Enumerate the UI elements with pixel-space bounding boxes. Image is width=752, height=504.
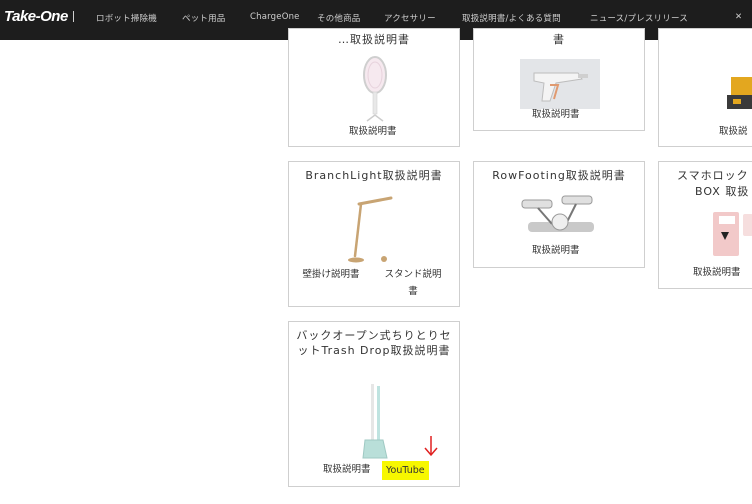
lockbox-product-image [713,212,752,256]
manual-card-trashdrop: バックオープン式ちりとりセットTrash Drop取扱説明書 取扱説明書 You… [288,321,460,487]
manual-card-spraygun: 書 取扱説明書 [473,28,645,131]
lamp-product-image [348,196,393,263]
manual-link[interactable]: 取扱説 [719,123,748,140]
nav-manuals-faq[interactable]: 取扱説明書/よくある質問 [462,12,561,24]
nav-other-products[interactable]: その他商品 [317,12,361,24]
manual-link[interactable]: 取扱説明書 [693,264,741,281]
brand-logo[interactable]: Take-One [4,8,68,25]
manual-link[interactable]: 取扱説明書 [532,106,580,123]
nav-news-press[interactable]: ニュース/プレスリリース [590,12,688,24]
battery-product-image [727,77,752,109]
manual-card-rowfooting: RowFooting取扱説明書 取扱説明書 [473,161,645,268]
nav-accessories[interactable]: アクセサリー [384,12,436,24]
manual-link[interactable]: 取扱説明書 [532,242,580,259]
stepper-product-image [521,195,594,232]
manual-card-branchlight: BranchLight取扱説明書 壁掛け説明書 スタンド説明書 [288,161,460,307]
youtube-link[interactable]: YouTube [382,461,429,480]
card-title: RowFooting取扱説明書 [492,169,626,182]
nav-close-icon[interactable]: ✕ [735,12,742,22]
nav-robot-vacuum[interactable]: ロボット掃除機 [96,12,157,24]
wall-mount-manual-link[interactable]: 壁掛け説明書 [301,266,361,283]
manual-card-smartphone-lockbox: スマホロック BOX 取扱 取扱説明書 [658,161,752,289]
manual-card-third: 取扱説 [658,28,752,147]
spraygun-product-image [520,59,600,109]
dustpan-product-image [362,384,388,459]
nav-chargeone[interactable]: ChargeOne [250,12,300,22]
red-arrow-down-icon [424,436,438,457]
card-title: …取扱説明書 [338,33,410,46]
swatter-product-image [363,56,387,122]
card-title-line2: BOX 取扱 [695,185,750,198]
stand-manual-link[interactable]: スタンド説明書 [383,266,443,300]
card-title: バックオープン式ちりとりセットTrash Drop取扱説明書 [296,329,452,357]
card-title: BranchLight取扱説明書 [305,169,443,182]
manual-card-swatter: …取扱説明書 取扱説明書 [288,28,460,147]
nav-pet-goods[interactable]: ペット用品 [182,12,226,24]
card-title-line1: スマホロック [677,169,749,182]
manual-link[interactable]: 取扱説明書 [349,123,397,140]
card-title: 書 [553,33,565,46]
manual-link[interactable]: 取扱説明書 [323,461,371,478]
logo-divider [73,11,74,22]
